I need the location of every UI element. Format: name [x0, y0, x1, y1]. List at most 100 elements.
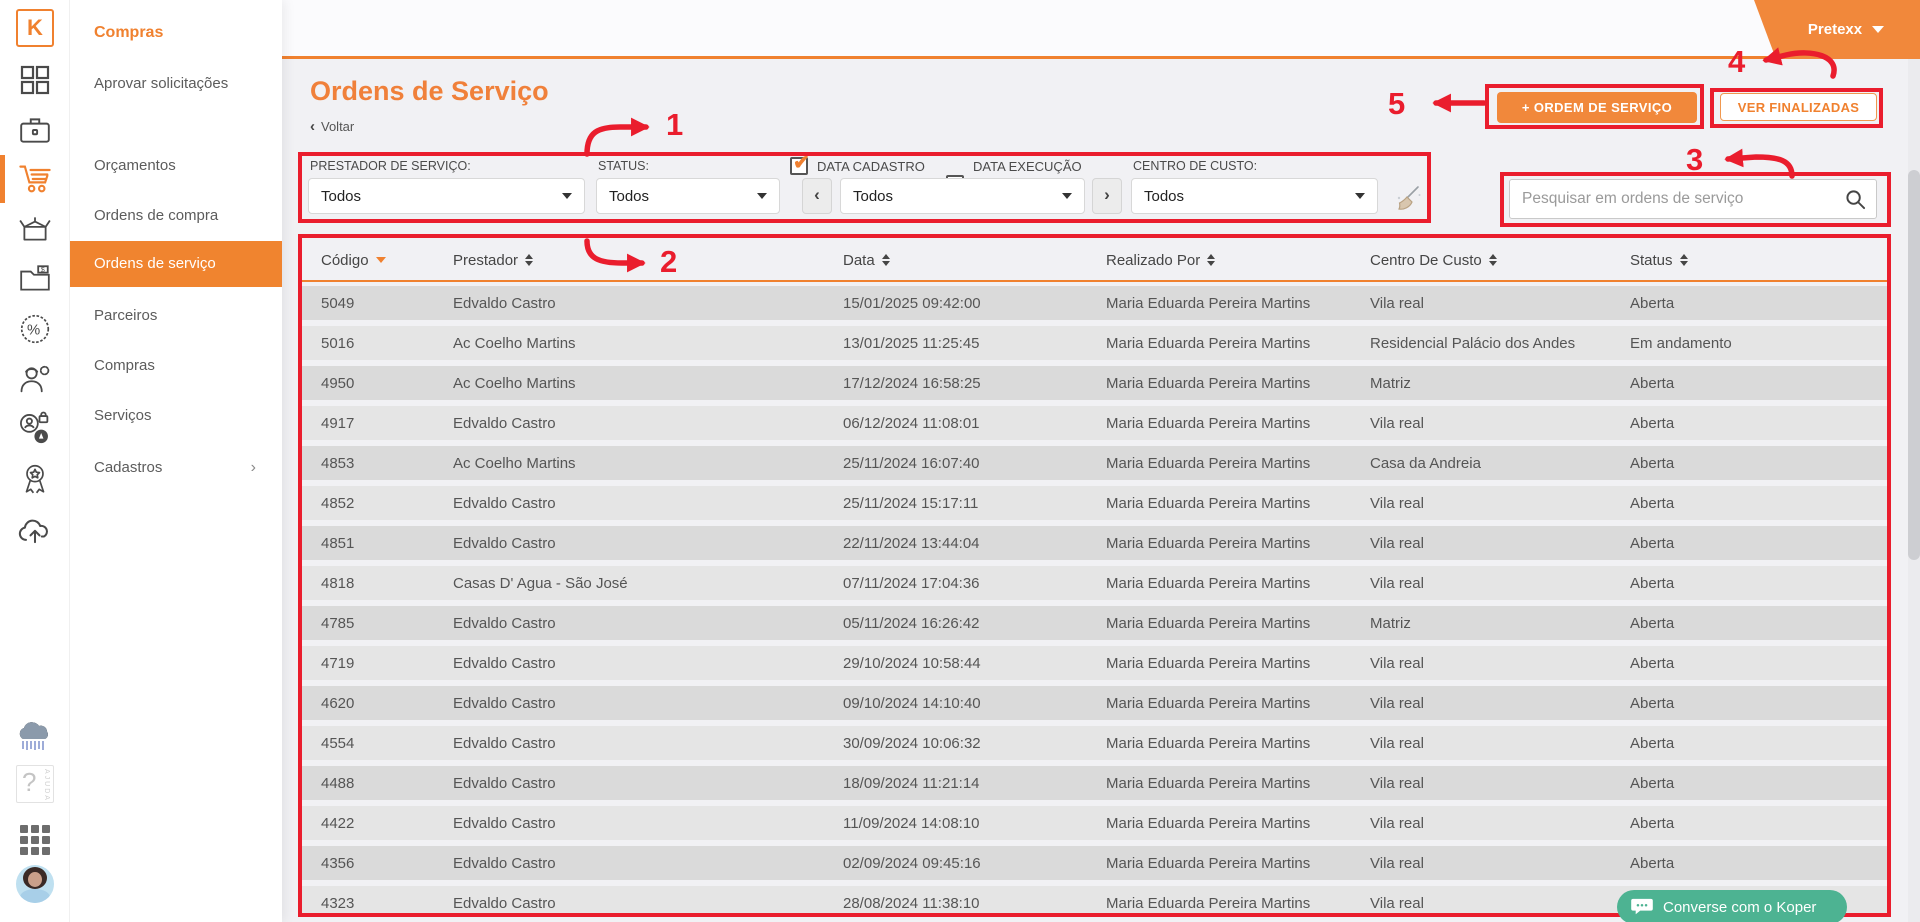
table-cell: Maria Eduarda Pereira Martins	[1106, 735, 1370, 752]
view-finished-button[interactable]: VER FINALIZADAS	[1720, 93, 1877, 121]
table-cell: Edvaldo Castro	[453, 855, 843, 872]
table-row[interactable]: 4488Edvaldo Castro18/09/2024 11:21:14Mar…	[302, 766, 1887, 800]
table-row[interactable]: 4620Edvaldo Castro09/10/2024 14:10:40Mar…	[302, 686, 1887, 720]
scrollbar-thumb[interactable]	[1908, 170, 1920, 560]
new-service-order-button[interactable]: + ORDEM DE SERVIÇO	[1497, 92, 1697, 123]
table-cell: Aberta	[1630, 415, 1887, 432]
table-cell: 15/01/2025 09:42:00	[843, 295, 1106, 312]
table-row[interactable]: 4356Edvaldo Castro02/09/2024 09:45:16Mar…	[302, 846, 1887, 880]
table-row[interactable]: 4950Ac Coelho Martins17/12/2024 16:58:25…	[302, 366, 1887, 400]
sidebar-item-ordens-de-servico[interactable]: Ordens de serviço	[70, 241, 282, 287]
avatar-image	[16, 865, 54, 903]
sidebar-item-compras[interactable]: Compras	[70, 356, 282, 376]
award-ribbon-icon	[18, 462, 52, 496]
table-row[interactable]: 4917Edvaldo Castro06/12/2024 11:08:01Mar…	[302, 406, 1887, 440]
table-cell: 4950	[321, 375, 453, 392]
back-link[interactable]: ‹Voltar	[310, 118, 354, 135]
app-logo[interactable]: K	[15, 8, 55, 48]
status-select[interactable]: Todos	[596, 178, 780, 214]
rail-item-purchases-active[interactable]	[15, 159, 55, 199]
column-header-centro-de-custo[interactable]: Centro De Custo	[1370, 252, 1630, 269]
table-cell: Maria Eduarda Pereira Martins	[1106, 455, 1370, 472]
account-menu[interactable]: Pretexx	[1754, 0, 1920, 59]
rail-item-apps[interactable]	[15, 820, 55, 860]
table-cell: Aberta	[1630, 575, 1887, 592]
rail-item-finance[interactable]: $	[15, 259, 55, 299]
search-input[interactable]	[1510, 180, 1840, 218]
rail-item-discounts[interactable]: %	[15, 309, 55, 349]
table-row[interactable]: 4851Edvaldo Castro22/11/2024 13:44:04Mar…	[302, 526, 1887, 560]
table-cell: 18/09/2024 11:21:14	[843, 775, 1106, 792]
rail-item-quality[interactable]	[15, 459, 55, 499]
table-row[interactable]: 4719Edvaldo Castro29/10/2024 10:58:44Mar…	[302, 646, 1887, 680]
table-cell: 4620	[321, 695, 453, 712]
table-cell: 4851	[321, 535, 453, 552]
table-cell: 29/10/2024 10:58:44	[843, 655, 1106, 672]
table-row[interactable]: 5049Edvaldo Castro15/01/2025 09:42:00Mar…	[302, 286, 1887, 320]
sidebar-item-ordens-de-compra[interactable]: Ordens de compra	[70, 206, 282, 226]
search-icon[interactable]	[1845, 189, 1866, 210]
money-folder-icon: $	[18, 262, 52, 296]
provider-select[interactable]: Todos	[308, 178, 585, 214]
rail-item-help[interactable]: ? AJUDA	[15, 764, 55, 804]
data-cadastro-label: DATA CADASTRO	[817, 159, 925, 174]
rail-item-services-worker[interactable]	[15, 359, 55, 399]
date-select[interactable]: Todos	[840, 178, 1085, 214]
sidebar-item-parceiros[interactable]: Parceiros	[70, 306, 282, 326]
table-cell: 4422	[321, 815, 453, 832]
rail-item-stock[interactable]	[15, 209, 55, 249]
annotation-arrow-3	[1728, 157, 1792, 176]
table-cell: Vila real	[1370, 895, 1630, 912]
sidebar-item-orcamentos[interactable]: Orçamentos	[70, 156, 282, 176]
sidebar-item-servicos[interactable]: Serviços	[70, 406, 282, 426]
date-prev-button[interactable]: ‹	[802, 178, 832, 214]
column-header-data[interactable]: Data	[843, 252, 1106, 269]
briefcase-icon	[18, 113, 52, 147]
rail-item-dashboard[interactable]	[15, 60, 55, 100]
table-row[interactable]: 5016Ac Coelho Martins13/01/2025 11:25:45…	[302, 326, 1887, 360]
table-cell: Maria Eduarda Pereira Martins	[1106, 575, 1370, 592]
date-next-button[interactable]: ›	[1092, 178, 1122, 214]
table-row[interactable]: 4422Edvaldo Castro11/09/2024 14:08:10Mar…	[302, 806, 1887, 840]
data-cadastro-checkbox[interactable]: ✔	[790, 157, 808, 175]
percent-badge-icon: %	[18, 312, 52, 346]
table-row[interactable]: 4785Edvaldo Castro05/11/2024 16:26:42Mar…	[302, 606, 1887, 640]
table-cell: Residencial Palácio dos Andes	[1370, 335, 1630, 352]
chat-widget-button[interactable]: Converse com o Koper	[1617, 890, 1847, 922]
table-row[interactable]: 4853Ac Coelho Martins25/11/2024 16:07:40…	[302, 446, 1887, 480]
column-header-realizado-por[interactable]: Realizado Por	[1106, 252, 1370, 269]
rail-item-cloud[interactable]	[15, 512, 55, 552]
column-header-status[interactable]: Status	[1630, 252, 1887, 269]
status-select-value: Todos	[609, 188, 649, 205]
svg-text:$: $	[41, 267, 45, 274]
table-row[interactable]: 4818Casas D' Agua - São José07/11/2024 1…	[302, 566, 1887, 600]
table-row[interactable]: 4852Edvaldo Castro25/11/2024 15:17:11Mar…	[302, 486, 1887, 520]
user-avatar[interactable]	[15, 864, 55, 904]
column-header-prestador[interactable]: Prestador	[453, 252, 843, 269]
apps-grid-icon	[20, 825, 50, 855]
table-cell: 28/08/2024 11:38:10	[843, 895, 1106, 912]
annotation-number-5: 5	[1388, 86, 1405, 122]
table-cell: Aberta	[1630, 295, 1887, 312]
table-cell: Edvaldo Castro	[453, 655, 843, 672]
column-header-codigo[interactable]: Código	[321, 252, 453, 269]
chevron-left-icon: ‹	[310, 118, 315, 135]
sidebar-item-aprovar-solicitacoes[interactable]: Aprovar solicitações	[70, 74, 270, 94]
provider-select-value: Todos	[321, 188, 361, 205]
table-cell: Maria Eduarda Pereira Martins	[1106, 535, 1370, 552]
table-row[interactable]: 4554Edvaldo Castro30/09/2024 10:06:32Mar…	[302, 726, 1887, 760]
table-cell: Aberta	[1630, 655, 1887, 672]
table-cell: Vila real	[1370, 695, 1630, 712]
table-cell: Vila real	[1370, 855, 1630, 872]
rail-item-briefcase[interactable]	[15, 110, 55, 150]
sidebar-item-cadastros[interactable]: Cadastros ›	[70, 458, 282, 478]
clear-filters-button[interactable]	[1390, 183, 1424, 220]
search-box	[1509, 179, 1877, 219]
rail-item-hr[interactable]	[15, 409, 55, 449]
table-cell: 11/09/2024 14:08:10	[843, 815, 1106, 832]
table-cell: Aberta	[1630, 455, 1887, 472]
annotation-number-1: 1	[666, 107, 683, 143]
cost-center-select[interactable]: Todos	[1131, 178, 1378, 214]
table-cell: Casas D' Agua - São José	[453, 575, 843, 592]
table-cell: 09/10/2024 14:10:40	[843, 695, 1106, 712]
